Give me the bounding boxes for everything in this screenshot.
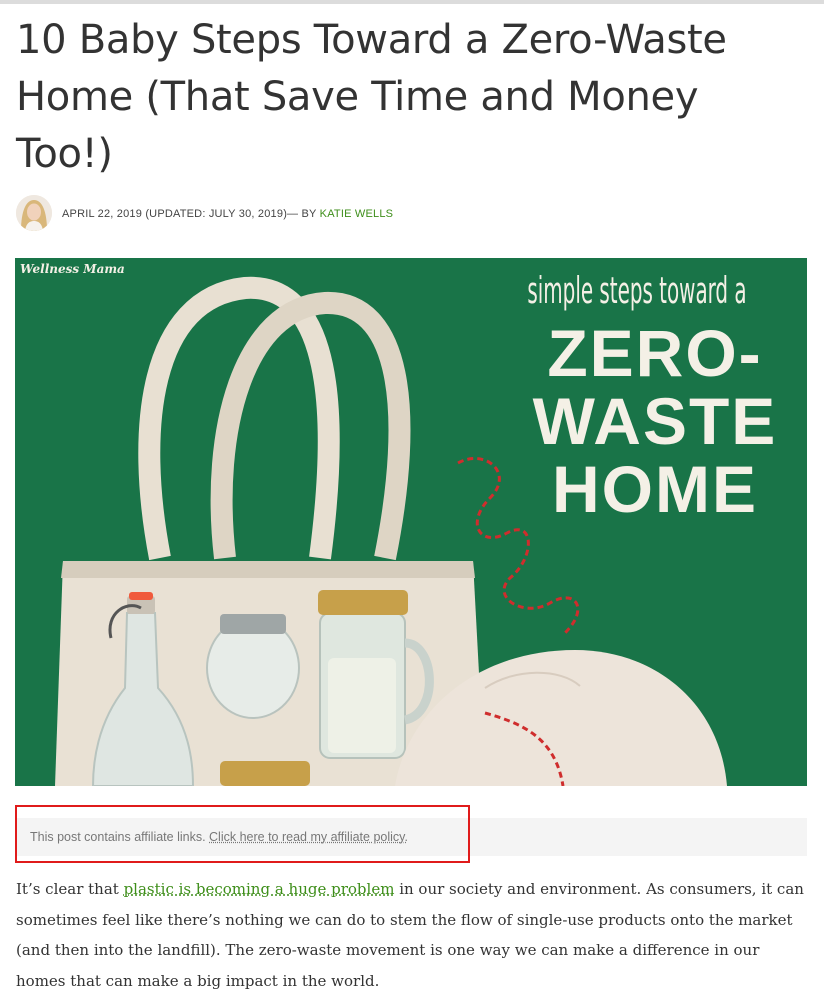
highlight-box: [15, 805, 470, 863]
byline: APRIL 22, 2019 (UPDATED: JULY 30, 2019)—…: [16, 195, 806, 237]
intro-paragraph: It’s clear that plastic is becoming a hu…: [16, 874, 810, 996]
author-avatar[interactable]: [16, 195, 52, 231]
hero-subtitle: simple steps toward a: [527, 270, 746, 312]
author-link[interactable]: KATIE WELLS: [320, 208, 394, 220]
intro-text-start: It’s clear that: [16, 880, 124, 898]
hero-image: Wellness Mama simple steps toward a ZERO…: [15, 258, 807, 786]
top-border: [0, 0, 824, 4]
brand-watermark: Wellness Mama: [20, 262, 125, 276]
hero-word-home: HOME: [552, 452, 758, 526]
plastic-problem-link[interactable]: plastic is becoming a huge problem: [124, 880, 395, 898]
post-meta: APRIL 22, 2019 (UPDATED: JULY 30, 2019)—…: [62, 208, 393, 220]
article-title: 10 Baby Steps Toward a Zero-Waste Home (…: [16, 17, 727, 177]
post-date: APRIL 22, 2019 (UPDATED: JULY 30, 2019)—…: [62, 208, 320, 220]
hero-word-waste: WASTE: [533, 384, 778, 458]
hero-word-zero: ZERO-: [547, 316, 762, 390]
